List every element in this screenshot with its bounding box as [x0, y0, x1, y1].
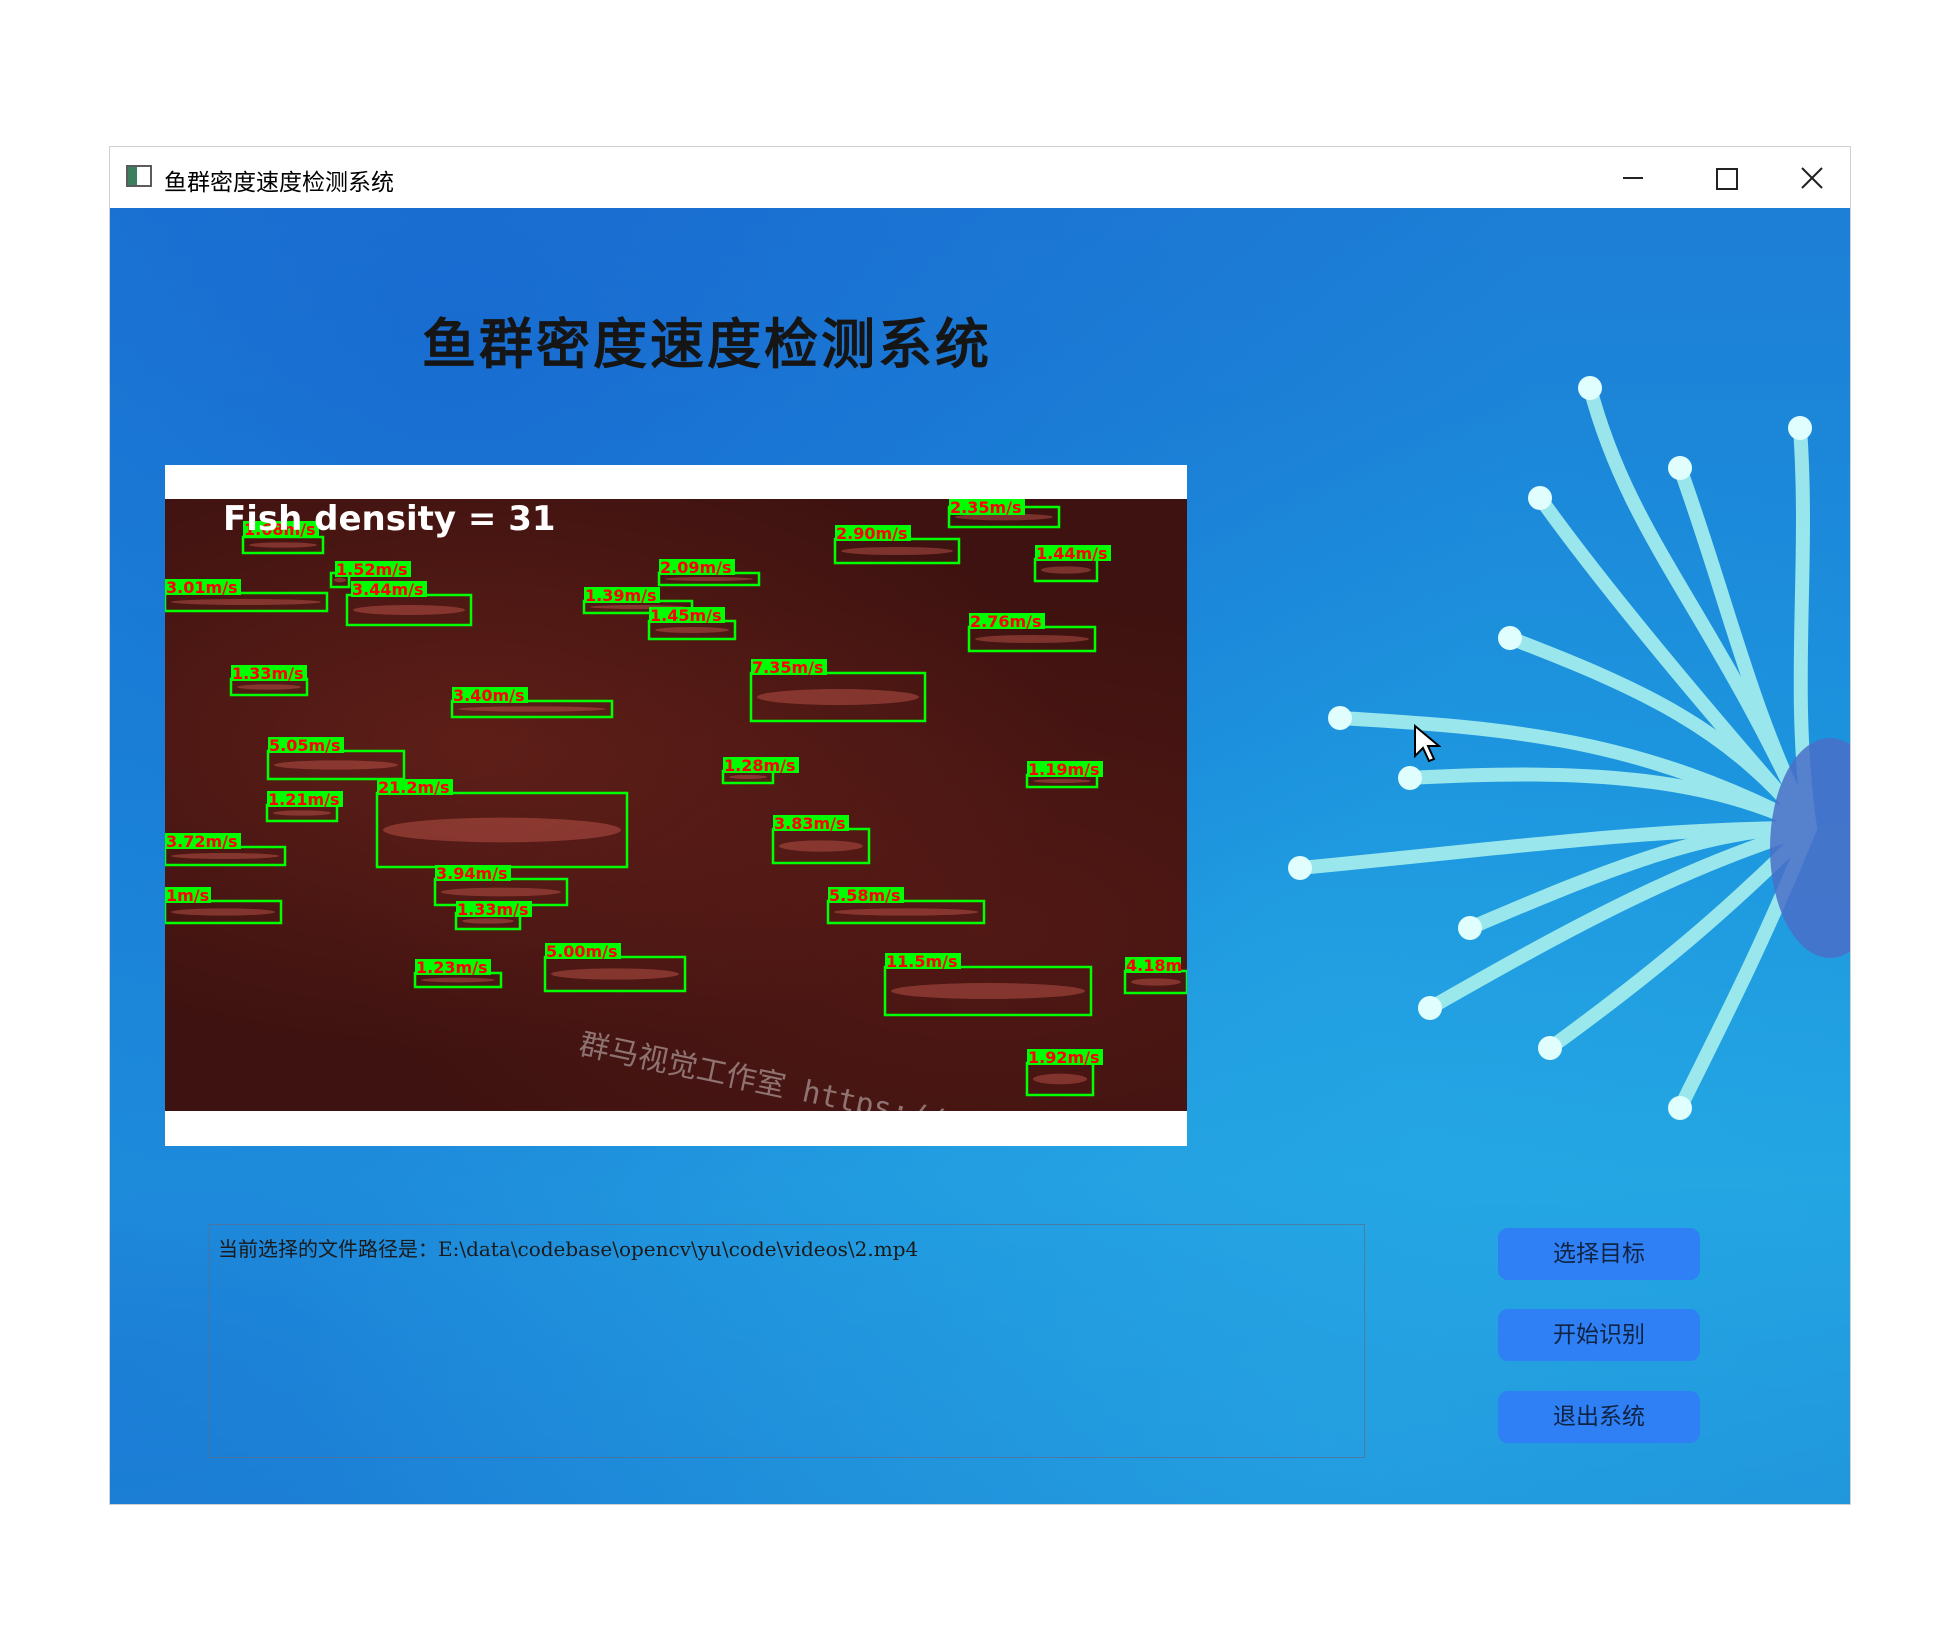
fish-shape: [1033, 1073, 1087, 1085]
video-frame-image: 1.68m/s 1.52m/s 3.44m/s 3.01m/s 2.09m/s 1.39m…: [165, 499, 1187, 1111]
speed-label: 1.19m/s: [1028, 760, 1100, 779]
speed-label: 7.35m/s: [752, 658, 824, 677]
speed-label: 4.18m: [1126, 956, 1182, 975]
main-panel: 鱼群密度速度检测系统 1.68m/s 1.52m/s 3.44m/s 3.01m/s 2…: [110, 208, 1850, 1504]
speed-label: 2.76m/s: [970, 612, 1042, 631]
speed-label: 1.23m/s: [416, 958, 488, 977]
fish-shape: [1131, 978, 1181, 986]
fish-shape: [551, 968, 679, 980]
select-target-button[interactable]: 选择目标: [1498, 1228, 1700, 1280]
maximize-button[interactable]: [1678, 147, 1772, 208]
fish-shape: [458, 706, 606, 712]
fish-shape: [891, 983, 1085, 999]
speed-label: 2.90m/s: [836, 524, 908, 543]
fish-shape: [441, 887, 561, 897]
fish-shape: [383, 817, 621, 843]
mouse-cursor-icon: [1414, 724, 1441, 763]
fish-shape: [353, 605, 465, 615]
minimize-icon: [1623, 177, 1643, 179]
fish-shape: [249, 542, 317, 548]
fish-shape: [975, 635, 1089, 643]
fish-shape: [171, 599, 321, 605]
exit-system-button[interactable]: 退出系统: [1498, 1391, 1700, 1443]
speed-label: 5.58m/s: [829, 886, 901, 905]
speed-label: 3.72m/s: [166, 832, 238, 851]
coral-background-image: [1288, 376, 1850, 1120]
speed-label: 3.44m/s: [352, 580, 424, 599]
speed-label: 5.00m/s: [546, 942, 618, 961]
speed-label: 2.09m/s: [660, 558, 732, 577]
app-heading: 鱼群密度速度检测系统: [422, 313, 992, 376]
fish-shape: [834, 908, 978, 916]
speed-label: 2.35m/s: [950, 499, 1022, 517]
minimize-button[interactable]: [1584, 147, 1678, 208]
fish-shape: [779, 840, 863, 852]
speed-label: 1.39m/s: [585, 586, 657, 605]
speed-label: 11.5m/s: [886, 952, 958, 971]
fish-density-label: Fish density = 31: [223, 499, 556, 539]
speed-label: 1.33m/s: [457, 900, 529, 919]
close-button[interactable]: [1772, 147, 1850, 208]
speed-label: 1m/s: [166, 886, 209, 905]
fish-shape: [1033, 779, 1091, 783]
fish-shape: [274, 760, 398, 770]
speed-label: 1.92m/s: [1028, 1048, 1100, 1067]
speed-label: 3.01m/s: [166, 578, 238, 597]
speed-label: 21.2m/s: [378, 778, 450, 797]
speed-label: 1.44m/s: [1036, 544, 1108, 563]
speed-label: 3.40m/s: [453, 686, 525, 705]
speed-label: 1.21m/s: [268, 790, 340, 809]
window-title: 鱼群密度速度检测系统: [164, 170, 394, 196]
app-window: 鱼群密度速度检测系统 鱼群密度速度检测系统 1.68m/s 1.52m/s 3.…: [110, 147, 1850, 1504]
speed-label: 1.52m/s: [336, 560, 408, 579]
fish-shape: [462, 918, 514, 924]
close-icon: [1801, 167, 1823, 189]
log-text: 当前选择的文件路径是：E:\data\codebase\opencv\yu\co…: [218, 1237, 919, 1261]
fish-shape: [1041, 566, 1091, 574]
app-icon: [126, 165, 152, 187]
speed-label: 1.28m/s: [724, 756, 796, 775]
fish-shape: [665, 577, 753, 581]
fish-shape: [421, 977, 495, 983]
video-display: 1.68m/s 1.52m/s 3.44m/s 3.01m/s 2.09m/s 1.39m…: [165, 465, 1187, 1146]
detection-overlay: 1.68m/s1.52m/s3.44m/s3.01m/s2.09m/s1.39m…: [165, 499, 1187, 1097]
speed-label: 1.33m/s: [232, 664, 304, 683]
fish-shape: [841, 547, 953, 555]
speed-label: 5.05m/s: [269, 736, 341, 755]
fish-shape: [757, 689, 919, 705]
fish-shape: [237, 684, 301, 690]
maximize-icon: [1716, 168, 1738, 190]
start-recognition-button[interactable]: 开始识别: [1498, 1309, 1700, 1361]
fish-shape: [729, 775, 767, 779]
title-bar[interactable]: 鱼群密度速度检测系统: [110, 147, 1850, 208]
log-output-box[interactable]: 当前选择的文件路径是：E:\data\codebase\opencv\yu\co…: [209, 1224, 1365, 1458]
fish-shape: [655, 627, 729, 633]
speed-label: 3.83m/s: [774, 814, 846, 833]
speed-label: 3.94m/s: [436, 864, 508, 883]
fish-shape: [171, 908, 275, 916]
fish-shape: [273, 810, 331, 816]
fish-shape: [171, 853, 279, 859]
speed-label: 1.45m/s: [650, 606, 722, 625]
